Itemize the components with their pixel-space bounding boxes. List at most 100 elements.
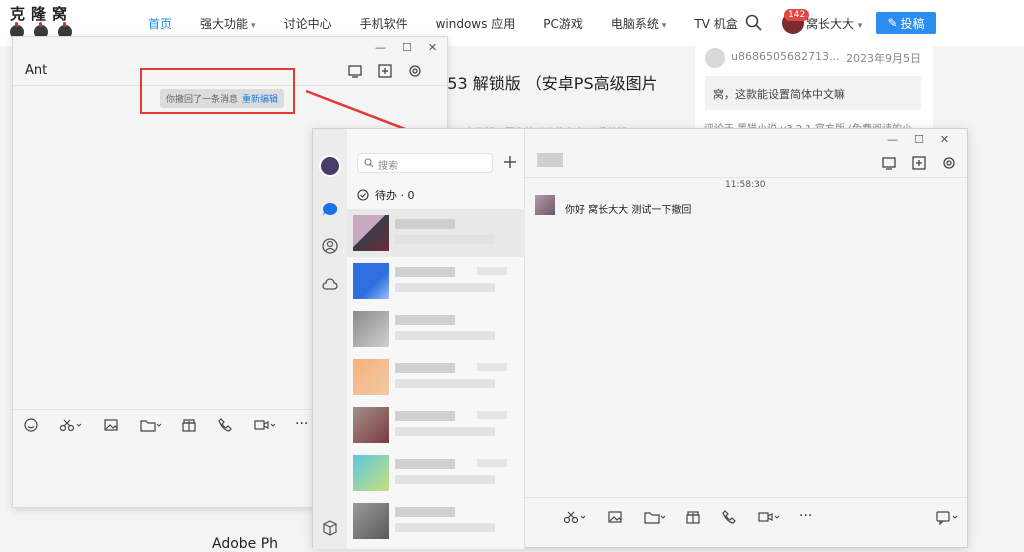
image-icon[interactable] [607,509,625,525]
contact-preview-blur [395,379,495,388]
contact-avatar [353,407,389,443]
sender-avatar[interactable] [535,195,555,215]
contact-name-blur [395,363,455,373]
search-input[interactable]: 搜索 [357,153,493,173]
message-timestamp: 11:58:30 [725,180,766,190]
contact-preview-blur [395,283,495,292]
more-icon[interactable]: ··· [295,417,313,433]
cube-icon[interactable] [321,519,339,537]
add-icon[interactable] [501,153,519,171]
chat-header-icons [881,155,957,171]
contact-time-blur [477,459,507,467]
cloud-icon[interactable] [321,275,339,293]
send-options-icon[interactable] [935,509,961,525]
settings-icon[interactable] [941,155,957,171]
conversation-pane: — ☐ ✕ 11:58:30 你好 窝长大大 测试一下撤回 ··· [525,129,967,549]
todo-entry[interactable]: 待办 · 0 [357,187,415,203]
contact-preview-blur [395,427,495,436]
conversation-list: 搜索 待办 · 0 [347,129,525,549]
maximize-icon[interactable]: ☐ [914,133,924,146]
conversation-title-blur [537,153,563,167]
search-icon [364,158,374,168]
screen-share-icon[interactable] [881,155,897,171]
list-item[interactable] [347,305,525,353]
image-icon[interactable] [103,417,121,433]
nav-item-os[interactable]: 电脑系统 ▾ [611,15,667,32]
video-call-icon[interactable] [253,417,277,433]
list-item[interactable] [347,257,525,305]
screenshot-icon[interactable] [563,509,589,525]
check-circle-icon [357,189,369,201]
nav-item-pc-games[interactable]: PC游戏 [543,15,583,32]
contact-name-blur [395,315,455,325]
add-member-icon[interactable] [911,155,927,171]
nav-rail [313,129,347,549]
maximize-icon[interactable]: ☐ [402,41,412,54]
folder-icon[interactable] [643,509,667,525]
screen-share-icon[interactable] [347,63,363,79]
contact-time-blur [477,267,507,275]
nav-item-home[interactable]: 首页 [148,15,172,32]
post-button[interactable]: ✎ 投稿 [876,12,936,34]
contact-avatar [353,263,389,299]
gift-icon[interactable] [685,509,703,525]
chat-window-right: 搜索 待办 · 0 — ☐ ✕ 11:58:30 你好 窝长大大 测试一下撤回 … [312,128,968,549]
contact-avatar [353,503,389,539]
folder-icon[interactable] [139,417,163,433]
screenshot-icon[interactable] [59,417,85,433]
search-icon[interactable] [744,13,764,33]
contacts-icon[interactable] [321,237,339,255]
minimize-icon[interactable]: — [375,41,386,54]
input-toolbar: ··· [563,509,817,525]
close-icon[interactable]: ✕ [428,41,437,54]
message-text[interactable]: 你好 窝长大大 测试一下撤回 [565,201,691,216]
gift-icon[interactable] [181,417,199,433]
self-avatar[interactable] [319,155,341,177]
contact-avatar [353,311,389,347]
chevron-down-icon: ▾ [251,20,256,31]
list-item[interactable] [347,401,525,449]
chat-header-icons [347,63,423,79]
phone-icon[interactable] [721,509,739,525]
nav-item-tv[interactable]: TV 机盒 [694,15,737,32]
edit-icon: ✎ [887,16,898,30]
contact-avatar [353,455,389,491]
contact-time-blur [477,363,507,371]
contact-avatar [353,359,389,395]
emoji-icon[interactable] [23,417,41,433]
video-call-icon[interactable] [757,509,781,525]
window-controls: — ☐ ✕ [375,41,437,54]
list-item[interactable] [347,353,525,401]
contact-name-blur [395,507,455,517]
comment-text: 窝，这款能设置简体中文嘛 [705,76,921,110]
chat-bubble-icon[interactable] [321,201,339,219]
input-toolbar: ··· [23,417,313,433]
input-divider [525,497,967,498]
close-icon[interactable]: ✕ [940,133,949,146]
commenter-name[interactable]: u8686505682713... [731,50,839,63]
nav-item-mobile[interactable]: 手机软件 [360,15,408,32]
header-divider [525,177,967,178]
comment-date: 2023年9月5日 [846,52,921,65]
add-member-icon[interactable] [377,63,393,79]
settings-icon[interactable] [407,63,423,79]
phone-icon[interactable] [217,417,235,433]
list-item[interactable] [347,497,525,545]
nav-item-windows[interactable]: windows 应用 [436,15,516,32]
minimize-icon[interactable]: — [887,133,898,146]
more-icon[interactable]: ··· [799,509,817,525]
window-controls: — ☐ ✕ [887,133,949,146]
nav-item-discussion[interactable]: 讨论中心 [284,15,332,32]
annotation-box [140,68,295,114]
list-item[interactable] [347,209,525,257]
search-placeholder: 搜索 [378,161,398,172]
user-menu[interactable]: 窝长大大 ▾ [806,15,862,32]
site-logo[interactable]: 克隆窝 [10,3,73,24]
contact-preview-blur [395,475,495,484]
contact-name-blur [395,411,455,421]
list-item[interactable] [347,449,525,497]
commenter-avatar [705,48,725,68]
contact-preview-blur [395,331,495,340]
contact-name-blur [395,267,455,277]
nav-item-features[interactable]: 强大功能 ▾ [200,15,256,32]
